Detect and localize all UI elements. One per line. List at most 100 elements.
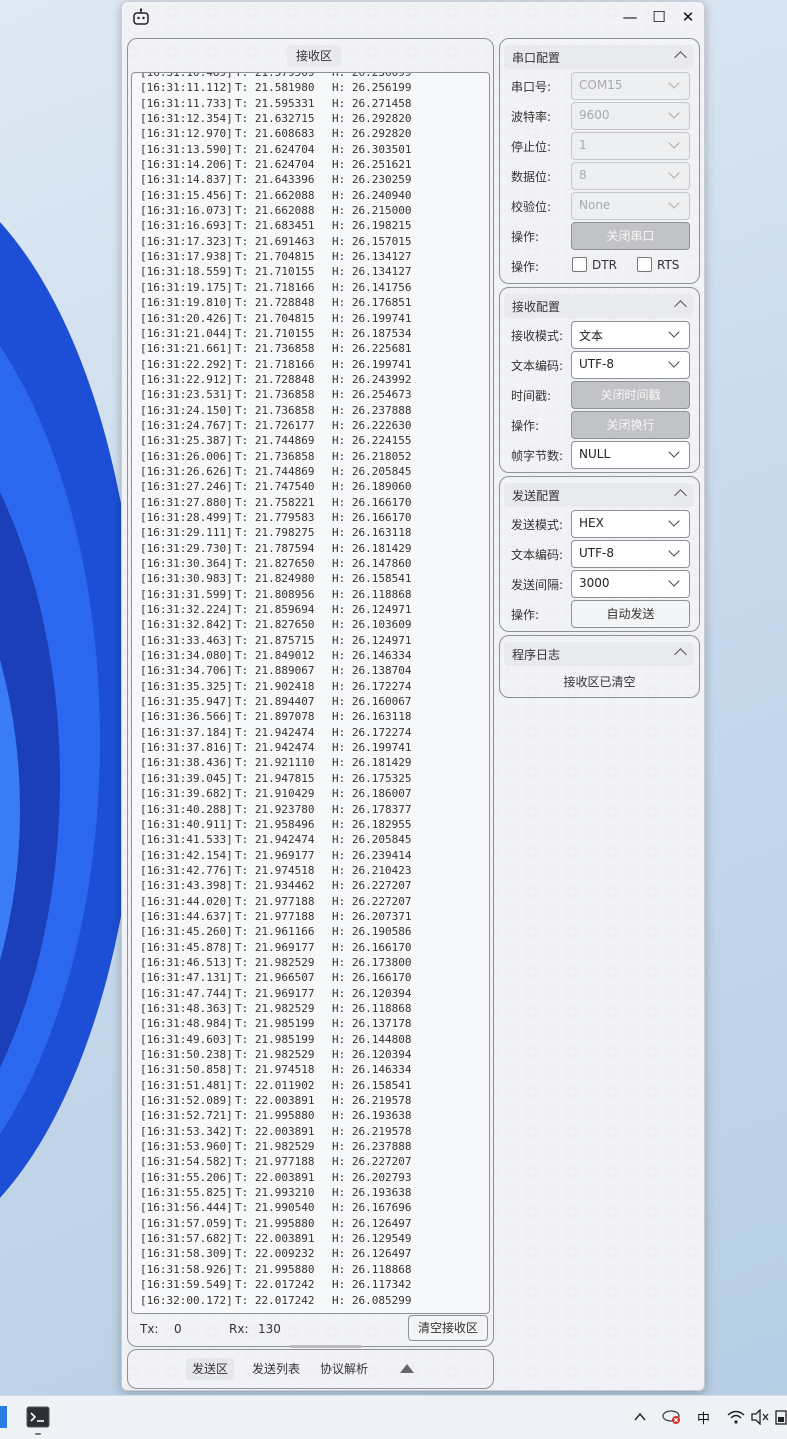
receive-line: [16:31:17.323] T: 21.691463 H: 26.157015	[140, 234, 480, 249]
robot-app-icon	[133, 8, 149, 25]
line-humidity: H: 26.124971	[332, 633, 412, 647]
line-humidity: H: 26.118868	[332, 1001, 412, 1015]
dtr-checkbox[interactable]	[572, 257, 587, 272]
line-humidity: H: 26.292820	[332, 127, 412, 141]
line-temperature: T: 21.969177	[235, 940, 315, 954]
receive-line: [16:31:51.481] T: 22.011902 H: 26.158541	[140, 1078, 480, 1093]
line-timestamp: [16:31:55.825]	[140, 1186, 233, 1200]
line-temperature: T: 22.017242	[235, 1278, 315, 1292]
receive-mode-select[interactable]: 文本	[571, 321, 690, 349]
line-temperature: T: 22.003891	[235, 1170, 315, 1184]
receive-config-title: 接收配置	[512, 300, 561, 314]
line-temperature: T: 21.710155	[235, 265, 315, 279]
newline-toggle-button[interactable]: 关闭换行	[571, 411, 690, 439]
title-bar: — ☐ ✕	[122, 2, 704, 32]
speaker-muted-icon[interactable]	[751, 1409, 769, 1425]
receive-line: [16:31:37.184] T: 21.942474 H: 26.172274	[140, 725, 480, 740]
line-humidity: H: 26.254673	[332, 388, 412, 402]
line-humidity: H: 26.202793	[332, 1170, 412, 1184]
line-humidity: H: 26.138704	[332, 664, 412, 678]
port-select[interactable]: COM15	[571, 72, 690, 100]
line-timestamp: [16:31:11.112]	[140, 81, 233, 95]
dtr-label: DTR	[592, 258, 617, 272]
line-temperature: T: 22.009232	[235, 1247, 315, 1261]
timestamp-toggle-button[interactable]: 关闭时间戳	[571, 381, 690, 409]
splitter-handle[interactable]	[290, 1345, 362, 1348]
expand-up-icon[interactable]	[400, 1364, 414, 1373]
chevron-up-icon[interactable]	[634, 1412, 646, 1422]
line-humidity: H: 26.227207	[332, 879, 412, 893]
line-temperature: T: 21.662088	[235, 188, 315, 202]
send-mode-select[interactable]: HEX	[571, 510, 690, 538]
line-humidity: H: 26.137178	[332, 1017, 412, 1031]
data-bits-select[interactable]: 8	[571, 162, 690, 190]
line-timestamp: [16:31:23.531]	[140, 388, 233, 402]
stop-bits-select[interactable]: 1	[571, 132, 690, 160]
log-header[interactable]: 程序日志	[504, 642, 693, 666]
line-temperature: T: 21.691463	[235, 234, 315, 248]
line-timestamp: [16:31:33.463]	[140, 633, 233, 647]
parity-select[interactable]: None	[571, 192, 690, 220]
line-temperature: T: 21.608683	[235, 127, 315, 141]
network-error-icon[interactable]	[662, 1408, 682, 1426]
line-temperature: T: 21.808956	[235, 587, 315, 601]
line-timestamp: [16:32:00.172]	[140, 1293, 233, 1307]
serial-config-header[interactable]: 串口配置	[504, 45, 693, 69]
line-humidity: H: 26.224155	[332, 434, 412, 448]
line-humidity: H: 26.120394	[332, 986, 412, 1000]
line-timestamp: [16:31:22.292]	[140, 357, 233, 371]
line-humidity: H: 26.219578	[332, 1124, 412, 1138]
receive-line: [16:31:19.175] T: 21.718166 H: 26.141756	[140, 280, 480, 295]
line-timestamp: [16:31:16.073]	[140, 204, 233, 218]
line-humidity: H: 26.205845	[332, 464, 412, 478]
baud-select[interactable]: 9600	[571, 102, 690, 130]
line-temperature: T: 21.581980	[235, 81, 315, 95]
minimize-button[interactable]: —	[617, 6, 643, 28]
receive-line: [16:31:21.044] T: 21.710155 H: 26.187534	[140, 326, 480, 341]
ime-indicator[interactable]: 中	[697, 1408, 710, 1427]
receive-line: [16:31:11.112] T: 21.581980 H: 26.256199	[140, 80, 480, 95]
line-temperature: T: 21.897078	[235, 710, 315, 724]
line-humidity: H: 26.166170	[332, 495, 412, 509]
clear-receive-button[interactable]: 清空接收区	[408, 1315, 488, 1341]
receive-line: [16:32:00.172] T: 22.017242 H: 26.085299	[140, 1293, 480, 1308]
line-temperature: T: 21.974518	[235, 863, 315, 877]
line-temperature: T: 22.011902	[235, 1078, 315, 1092]
line-humidity: H: 26.126497	[332, 1216, 412, 1230]
rts-checkbox[interactable]	[637, 257, 652, 272]
status-row: Tx: 0 Rx: 130 清空接收区	[127, 1315, 492, 1345]
line-humidity: H: 26.240940	[332, 188, 412, 202]
tab-protocol-parse[interactable]: 协议解析	[314, 1358, 374, 1380]
maximize-button[interactable]: ☐	[646, 6, 672, 28]
battery-icon[interactable]	[775, 1409, 787, 1425]
terminal-icon[interactable]	[26, 1406, 50, 1428]
line-humidity: H: 26.163118	[332, 710, 412, 724]
receive-line: [16:31:31.599] T: 21.808956 H: 26.118868	[140, 587, 480, 602]
line-temperature: T: 21.726177	[235, 418, 315, 432]
taskbar-app-icon-partial[interactable]	[0, 1406, 7, 1428]
receive-line: [16:31:53.342] T: 22.003891 H: 26.219578	[140, 1124, 480, 1139]
close-port-button[interactable]: 关闭串口	[571, 222, 690, 250]
auto-send-button[interactable]: 自动发送	[571, 600, 690, 628]
send-encoding-select[interactable]: UTF-8	[571, 540, 690, 568]
line-temperature: T: 21.827650	[235, 618, 315, 632]
line-timestamp: [16:31:31.599]	[140, 587, 233, 601]
line-timestamp: [16:31:41.533]	[140, 833, 233, 847]
frame-bytes-select[interactable]: NULL	[571, 441, 690, 469]
rx-label: Rx:	[229, 1322, 249, 1336]
receive-encoding-select[interactable]: UTF-8	[571, 351, 690, 379]
wifi-icon[interactable]	[727, 1409, 745, 1425]
receive-config-header[interactable]: 接收配置	[504, 294, 693, 318]
receive-textarea[interactable]: [16:31:10.489] T: 21.579509 H: 26.236099 [1…	[131, 72, 490, 1314]
send-interval-select[interactable]: 3000	[571, 570, 690, 598]
close-button[interactable]: ✕	[675, 6, 701, 28]
tab-send-list[interactable]: 发送列表	[246, 1358, 306, 1380]
receive-mode-label: 接收模式:	[511, 329, 564, 343]
line-timestamp: [16:31:47.131]	[140, 971, 233, 985]
rts-label: RTS	[657, 258, 680, 272]
tab-send-area[interactable]: 发送区	[186, 1358, 235, 1380]
line-humidity: H: 26.117342	[332, 1278, 412, 1292]
send-config-header[interactable]: 发送配置	[504, 483, 693, 507]
receive-line: [16:31:55.825] T: 21.993210 H: 26.193638	[140, 1185, 480, 1200]
line-timestamp: [16:31:44.637]	[140, 909, 233, 923]
